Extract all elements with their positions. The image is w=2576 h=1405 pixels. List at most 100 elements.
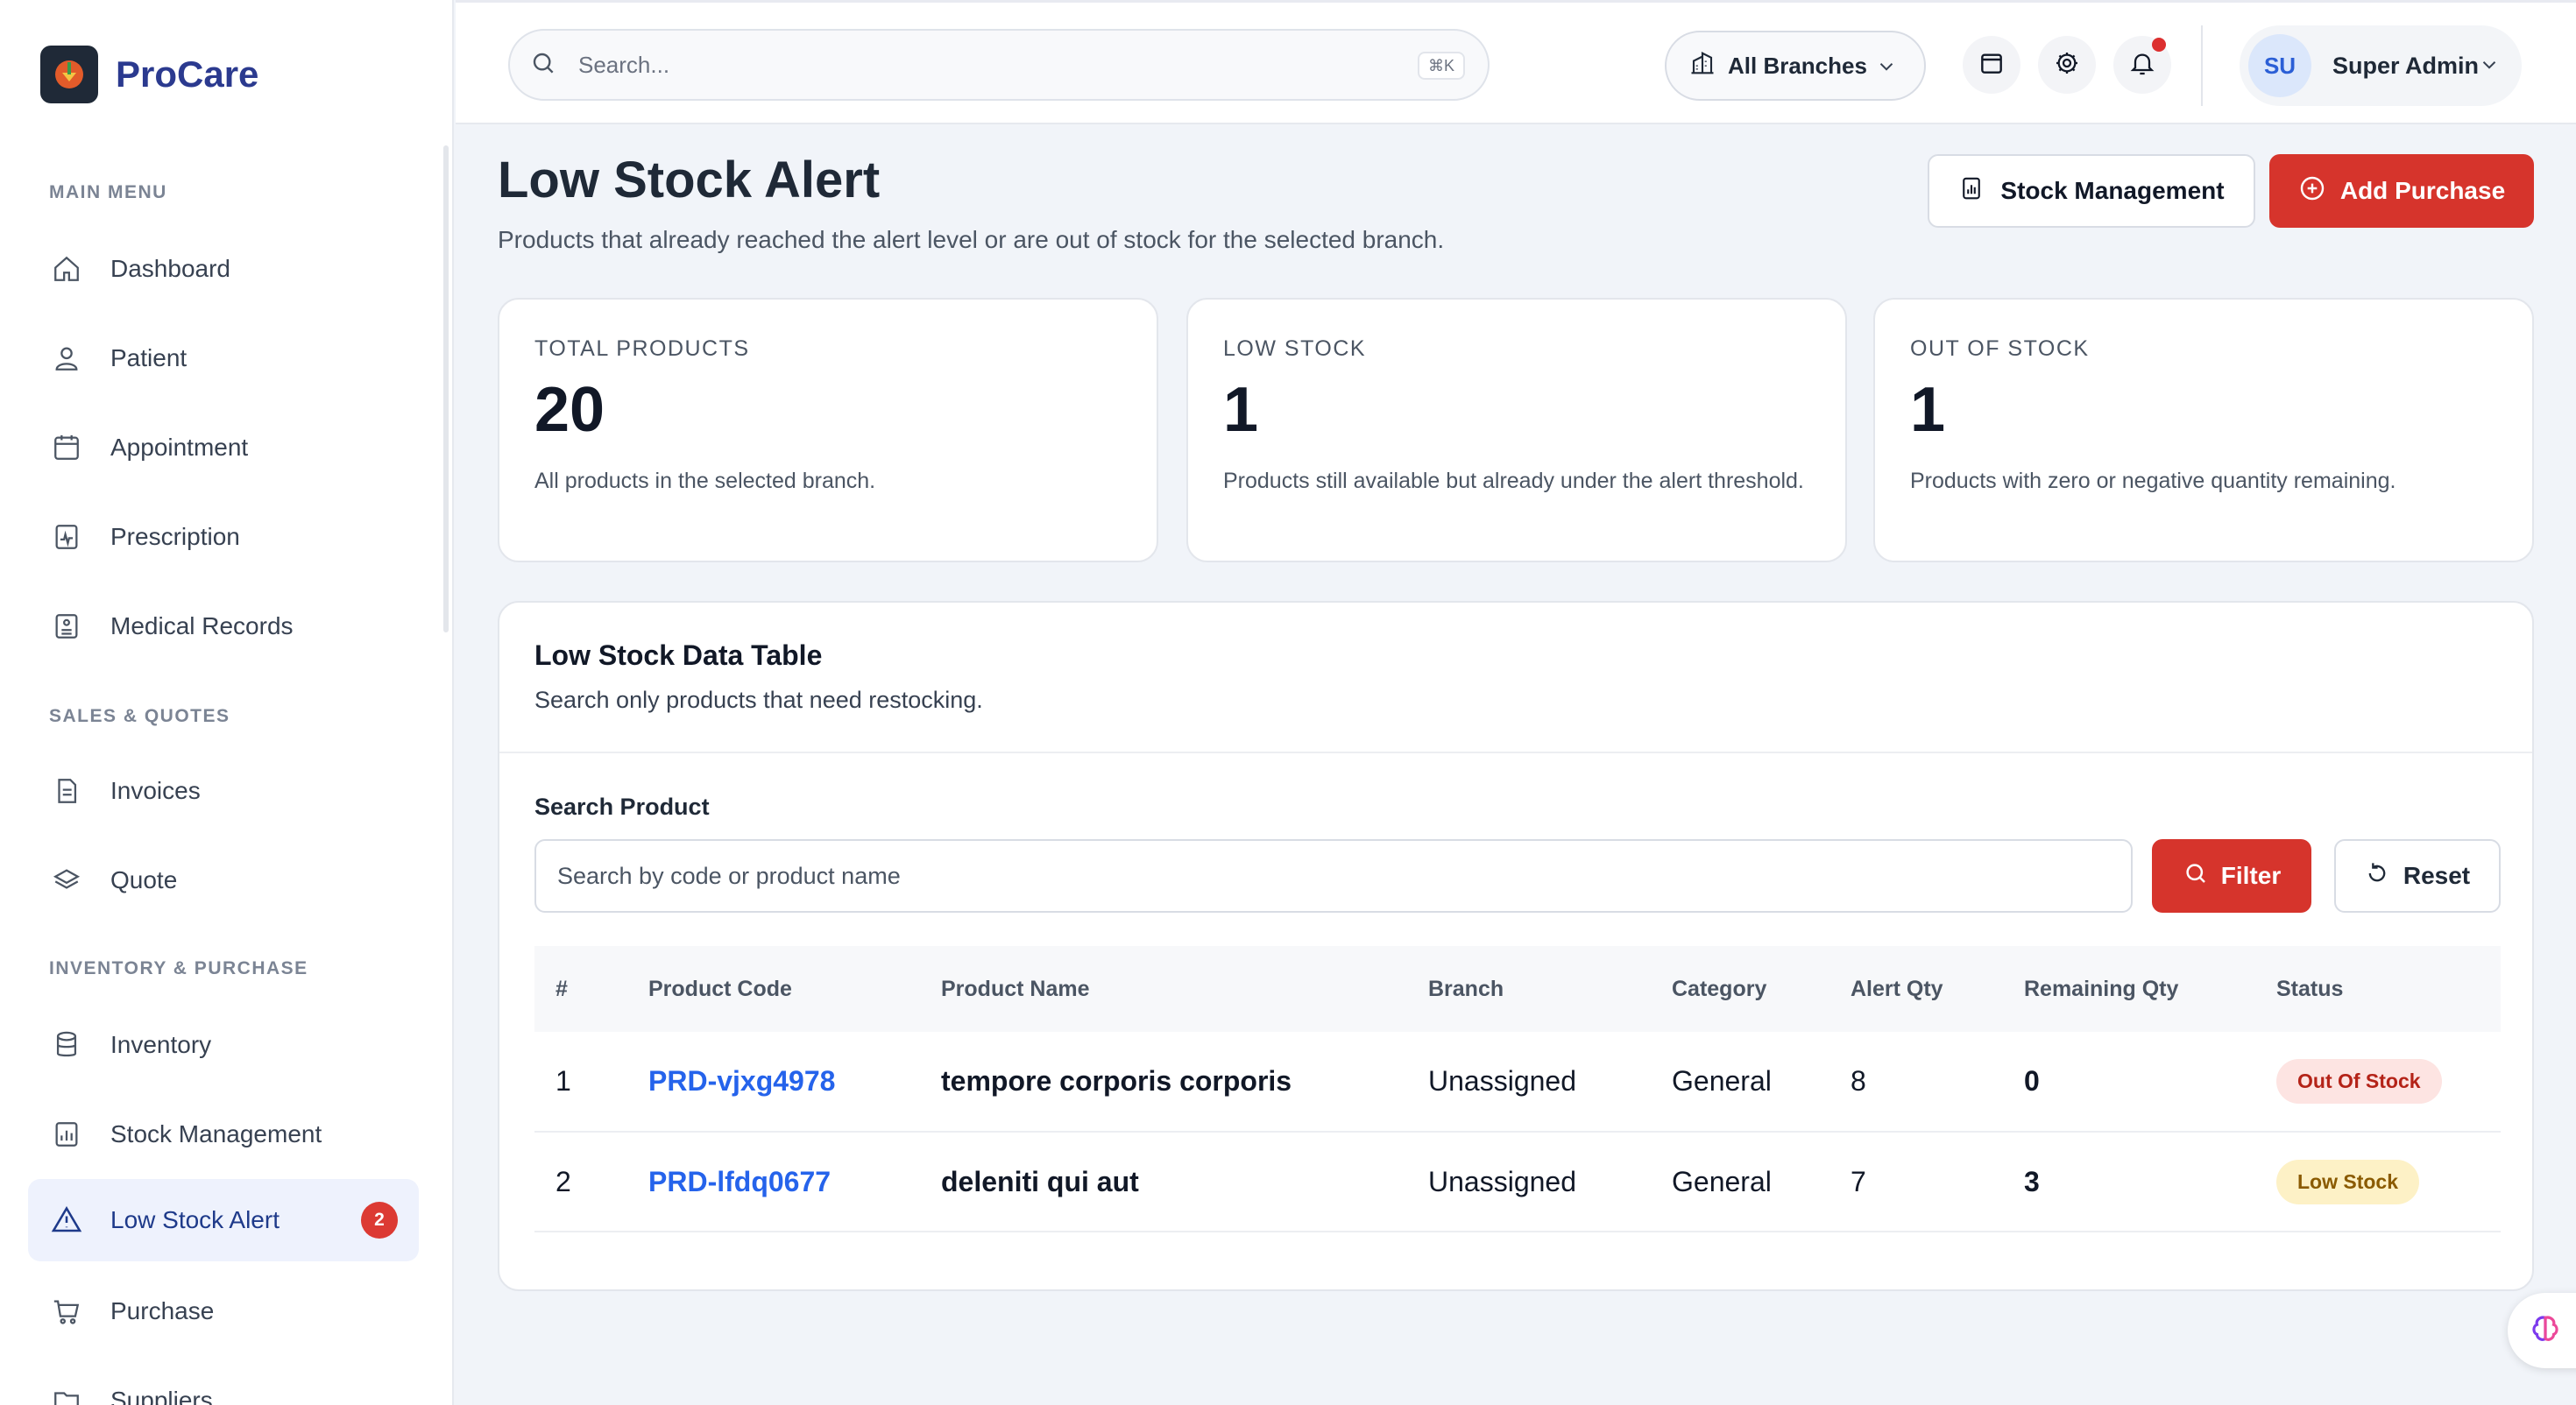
column-header-status[interactable]: Status [2255, 946, 2501, 1032]
column-header-category[interactable]: Category [1651, 946, 1829, 1032]
product-code-link[interactable]: PRD-vjxg4978 [648, 1065, 835, 1097]
low-stock-count-badge: 2 [361, 1202, 398, 1239]
product-search-input[interactable] [534, 839, 2133, 913]
product-code-link[interactable]: PRD-lfdq0677 [648, 1166, 831, 1197]
user-menu[interactable]: SU Super Admin [2240, 25, 2522, 106]
stat-description: Products with zero or negative quantity … [1910, 468, 2396, 493]
low-stock-table-card: Low Stock Data Table Search only product… [498, 601, 2534, 1291]
sidebar-item-dashboard[interactable]: Dashboard [28, 228, 419, 310]
sidebar-item-label: Low Stock Alert [110, 1206, 280, 1233]
sidebar-item-medical-records[interactable]: Medical Records [28, 585, 419, 667]
status-badge: Out Of Stock [2276, 1059, 2442, 1104]
sidebar-item-label: Patient [110, 344, 188, 371]
stat-value: 20 [534, 375, 605, 445]
brand[interactable]: ProCare [40, 46, 258, 103]
sidebar-item-label: Inventory [110, 1031, 212, 1058]
column-header-remaining-qty[interactable]: Remaining Qty [2003, 946, 2255, 1032]
stat-card-total-products: TOTAL PRODUCTS 20 All products in the se… [498, 298, 1158, 562]
user-icon [49, 341, 84, 376]
home-icon [49, 251, 84, 286]
layers-icon [49, 863, 84, 898]
calendar-icon [1978, 49, 2006, 81]
branch-cell: Unassigned [1428, 1165, 1576, 1197]
sidebar-item-invoices[interactable]: Invoices [28, 750, 419, 832]
reset-button-label: Reset [2403, 862, 2471, 889]
column-header-number[interactable]: # [534, 946, 627, 1032]
column-header-alert-qty[interactable]: Alert Qty [1829, 946, 2003, 1032]
brand-logo-icon [40, 46, 98, 103]
status-badge: Low Stock [2276, 1159, 2420, 1204]
sidebar-item-label: Stock Management [110, 1120, 322, 1147]
sidebar-item-label: Invoices [110, 777, 201, 804]
add-purchase-button-label: Add Purchase [2339, 177, 2506, 204]
filter-button[interactable]: Filter [2152, 839, 2311, 913]
table-card-subtitle: Search only products that need restockin… [534, 687, 983, 713]
topbar-divider [2201, 25, 2203, 106]
stat-description: All products in the selected branch. [534, 468, 876, 493]
product-name: tempore corporis corporis [941, 1065, 1292, 1097]
stat-description: Products still available but already und… [1223, 468, 1804, 493]
refresh-icon [2365, 861, 2389, 892]
global-search-input[interactable] [578, 51, 1367, 79]
reset-button[interactable]: Reset [2334, 839, 2501, 913]
page-subtitle: Products that already reached the alert … [498, 226, 1445, 253]
remaining-qty-cell: 3 [2024, 1165, 2040, 1197]
assistant-widget-button[interactable] [2508, 1293, 2576, 1368]
invoice-icon [49, 773, 84, 808]
branch-select-value: All Branches [1728, 52, 1867, 79]
page-title: Low Stock Alert [498, 152, 881, 208]
search-icon [2183, 860, 2209, 893]
sidebar-item-purchase[interactable]: Purchase [28, 1270, 419, 1352]
sidebar-item-stock-management[interactable]: Stock Management [28, 1093, 419, 1176]
sidebar-item-prescription[interactable]: Prescription [28, 496, 419, 578]
sidebar-item-quote[interactable]: Quote [28, 839, 419, 921]
sidebar-item-label: Quote [110, 866, 178, 893]
search-product-label: Search Product [534, 794, 710, 820]
folder-icon [49, 1383, 84, 1405]
category-cell: General [1672, 1065, 1772, 1097]
sidebar-scrollbar[interactable] [443, 145, 449, 632]
column-header-branch[interactable]: Branch [1407, 946, 1651, 1032]
table-row: 2 PRD-lfdq0677 deleniti qui aut Unassign… [534, 1132, 2501, 1232]
chevron-down-icon [1875, 55, 1898, 84]
notifications-button[interactable] [2113, 36, 2171, 94]
search-shortcut-hint: ⌘K [1417, 52, 1465, 80]
table-card-title: Low Stock Data Table [534, 639, 823, 671]
table-header-row: # Product Code Product Name Branch Categ… [534, 946, 2501, 1032]
section-sales-quotes: SALES & QUOTES [49, 706, 230, 726]
sidebar-item-low-stock-alert[interactable]: Low Stock Alert 2 [28, 1179, 419, 1261]
cart-icon [49, 1294, 84, 1329]
sidebar-item-patient[interactable]: Patient [28, 317, 419, 399]
sidebar: ProCare MAIN MENU Dashboard Patient Appo… [0, 0, 454, 1405]
plus-circle-icon [2298, 174, 2326, 208]
sidebar-item-inventory[interactable]: Inventory [28, 1004, 419, 1086]
add-purchase-button[interactable]: Add Purchase [2269, 154, 2534, 228]
settings-button[interactable] [2038, 36, 2096, 94]
warning-icon [49, 1203, 84, 1238]
alert-qty-cell: 8 [1851, 1065, 1866, 1097]
remaining-qty-cell: 0 [2024, 1065, 2040, 1097]
stat-label: OUT OF STOCK [1910, 336, 2090, 361]
user-name: Super Admin [2332, 52, 2480, 79]
sidebar-item-appointment[interactable]: Appointment [28, 406, 419, 489]
gear-icon [2053, 49, 2081, 81]
calendar-button[interactable] [1963, 36, 2020, 94]
low-stock-table: # Product Code Product Name Branch Categ… [534, 946, 2501, 1232]
notification-dot [2152, 38, 2166, 52]
search-icon [529, 49, 557, 81]
sidebar-item-label: Suppliers [110, 1387, 213, 1405]
stat-value: 1 [1910, 375, 1946, 445]
row-number: 2 [556, 1165, 571, 1197]
column-header-product-name[interactable]: Product Name [920, 946, 1407, 1032]
topbar: ⌘K All Branches SU Super Admin [456, 0, 2576, 124]
sidebar-item-label: Appointment [110, 434, 249, 461]
sidebar-item-suppliers[interactable]: Suppliers [28, 1359, 419, 1405]
branch-cell: Unassigned [1428, 1065, 1576, 1097]
column-header-product-code[interactable]: Product Code [627, 946, 920, 1032]
branch-select[interactable]: All Branches [1665, 31, 1926, 101]
bell-icon [2128, 49, 2156, 81]
stock-management-button[interactable]: Stock Management [1928, 154, 2255, 228]
stat-value: 1 [1223, 375, 1259, 445]
global-search[interactable]: ⌘K [508, 29, 1490, 101]
alert-qty-cell: 7 [1851, 1165, 1866, 1197]
